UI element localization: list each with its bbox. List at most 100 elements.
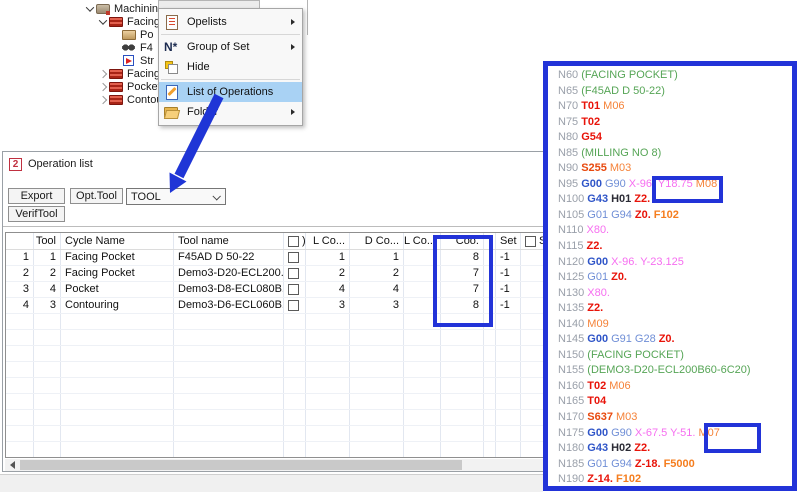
scroll-left-icon[interactable] bbox=[10, 461, 15, 469]
table-cell bbox=[284, 266, 306, 281]
gcode-line-number: N150 bbox=[558, 349, 584, 361]
table-cell bbox=[34, 362, 61, 377]
table-cell bbox=[496, 378, 521, 393]
menu-item-group-of-set[interactable]: Group of Set bbox=[159, 37, 302, 57]
column-header[interactable]: Tool bbox=[34, 233, 61, 249]
menu-item-folder[interactable]: Folder bbox=[159, 102, 302, 122]
table-cell bbox=[484, 330, 496, 345]
submenu-arrow-icon bbox=[291, 19, 295, 25]
cell-text: 1 bbox=[339, 250, 345, 265]
checkbox-icon[interactable] bbox=[288, 268, 299, 279]
opt-tool-button[interactable]: Opt.Tool bbox=[70, 188, 123, 204]
table-cell: -1 bbox=[496, 266, 521, 281]
gcode-line-number: N80 bbox=[558, 131, 578, 143]
checkbox-icon[interactable] bbox=[288, 300, 299, 311]
table-cell: F45AD D 50-22 bbox=[174, 250, 284, 265]
facing-icon bbox=[109, 80, 123, 93]
gcode-token: (F45AD D 50-22) bbox=[581, 85, 665, 97]
gcode-line: N145G00G91G28Z0. bbox=[558, 333, 792, 349]
checkbox-icon[interactable] bbox=[288, 284, 299, 295]
gcode-token: X80. bbox=[587, 287, 610, 299]
tree-item-label: Po bbox=[139, 29, 153, 41]
tree-item-label: Facing bbox=[126, 68, 160, 80]
table-empty-row bbox=[6, 410, 552, 426]
scrollbar-thumb[interactable] bbox=[20, 460, 462, 470]
checkbox-icon[interactable] bbox=[288, 236, 299, 247]
verif-tool-button[interactable]: VerifTool bbox=[8, 206, 65, 222]
chevron-collapsed-icon[interactable] bbox=[97, 68, 109, 80]
cell-text: 1 bbox=[393, 250, 399, 265]
table-empty-row bbox=[6, 346, 552, 362]
menu-item-opelists[interactable]: Opelists bbox=[159, 12, 302, 32]
table-cell bbox=[404, 346, 441, 361]
table-cell bbox=[6, 362, 34, 377]
table-cell bbox=[404, 442, 441, 457]
menu-item-list-of-operations[interactable]: List of Operations bbox=[159, 82, 302, 102]
tool-dropdown[interactable]: TOOL bbox=[126, 188, 226, 205]
gcode-token: M09 bbox=[587, 318, 608, 330]
checkbox-icon[interactable] bbox=[525, 236, 536, 247]
gcode-token: Z2. bbox=[634, 193, 650, 205]
gcode-token: Z2. bbox=[587, 302, 603, 314]
gcode-line-number: N180 bbox=[558, 442, 584, 454]
gcode-line-number: N165 bbox=[558, 395, 584, 407]
tree-item-label: Facing bbox=[126, 16, 160, 28]
column-header[interactable]: Set bbox=[496, 233, 521, 249]
table-cell bbox=[34, 426, 61, 441]
table-cell bbox=[284, 378, 306, 393]
table-cell bbox=[496, 362, 521, 377]
gcode-token: M03 bbox=[616, 411, 637, 423]
gcode-token: G00 bbox=[587, 427, 608, 439]
table-cell bbox=[34, 394, 61, 409]
column-header[interactable]: L Co... bbox=[306, 233, 350, 249]
table-cell bbox=[350, 378, 404, 393]
tool-dropdown-value: TOOL bbox=[131, 191, 161, 203]
gcode-line: N120G00X-96. Y-23.125 bbox=[558, 256, 792, 272]
table-cell bbox=[404, 394, 441, 409]
gcode-line-number: N140 bbox=[558, 318, 584, 330]
horizontal-scrollbar[interactable] bbox=[5, 459, 553, 471]
highlight-box-m07 bbox=[704, 423, 761, 453]
table-cell bbox=[61, 362, 174, 377]
gcode-line-number: N65 bbox=[558, 85, 578, 97]
chevron-expanded-icon[interactable] bbox=[84, 3, 96, 15]
gcode-line-number: N100 bbox=[558, 193, 584, 205]
gcode-token: Z2. bbox=[586, 240, 602, 252]
menu-item-label: List of Operations bbox=[187, 86, 273, 98]
chevron-collapsed-icon[interactable] bbox=[97, 81, 109, 93]
gcode-token: G28 bbox=[635, 333, 656, 345]
table-cell bbox=[404, 330, 441, 345]
cell-text: 3 bbox=[339, 298, 345, 313]
gcode-token: G94 bbox=[611, 209, 632, 221]
column-header[interactable]: )... bbox=[284, 233, 306, 249]
table-cell bbox=[6, 394, 34, 409]
table-cell bbox=[350, 442, 404, 457]
export-button[interactable]: Export bbox=[8, 188, 65, 204]
hide-icon bbox=[163, 59, 179, 75]
chevron-collapsed-icon[interactable] bbox=[97, 94, 109, 106]
table-cell: 2 bbox=[6, 266, 34, 281]
table-cell bbox=[61, 314, 174, 329]
table-cell bbox=[350, 410, 404, 425]
column-header[interactable] bbox=[6, 233, 34, 249]
gcode-line-number: N170 bbox=[558, 411, 584, 423]
menu-item-hide[interactable]: Hide bbox=[159, 57, 302, 77]
column-header[interactable]: Tool name bbox=[174, 233, 284, 249]
table-cell: 4 bbox=[350, 282, 404, 297]
checkbox-icon[interactable] bbox=[288, 252, 299, 263]
gcode-line: N80G54 bbox=[558, 131, 792, 147]
chevron-expanded-icon[interactable] bbox=[97, 16, 109, 28]
gcode-line-number: N135 bbox=[558, 302, 584, 314]
table-cell bbox=[306, 362, 350, 377]
gcode-line-number: N190 bbox=[558, 473, 584, 485]
gcode-token: M06 bbox=[609, 380, 630, 392]
cell-text: 2 bbox=[393, 266, 399, 281]
gcode-token: G01 bbox=[587, 271, 608, 283]
table-cell bbox=[284, 346, 306, 361]
table-cell: 3 bbox=[350, 298, 404, 313]
table-cell: 2 bbox=[34, 266, 61, 281]
column-header[interactable]: D Co... bbox=[350, 233, 404, 249]
table-cell bbox=[496, 426, 521, 441]
column-header[interactable]: Cycle Name bbox=[61, 233, 174, 249]
table-cell bbox=[404, 426, 441, 441]
